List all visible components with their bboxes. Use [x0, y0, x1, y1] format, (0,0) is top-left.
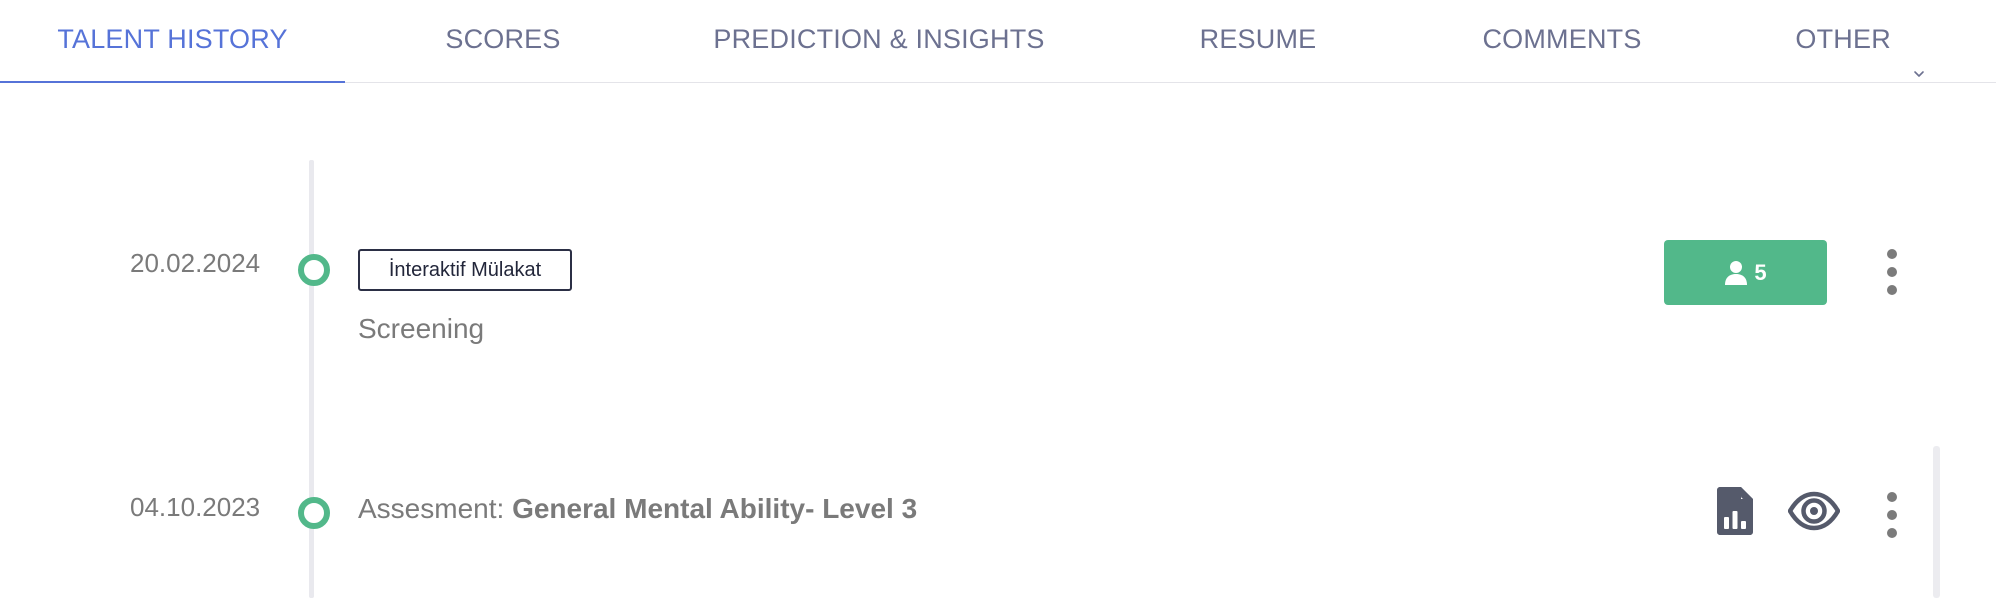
scrollbar[interactable]	[1933, 446, 1940, 598]
history-stage: Screening	[358, 313, 485, 344]
chevron-down-icon	[1913, 32, 1925, 77]
assessment-name: General Mental Ability- Level 3	[512, 493, 918, 524]
more-vertical-icon[interactable]	[1882, 248, 1902, 296]
history-date: 04.10.2023	[130, 492, 261, 522]
participants-count: 5	[1754, 259, 1767, 285]
more-vertical-icon[interactable]	[1882, 491, 1902, 539]
interview-type-badge: İnteraktif Mülakat	[358, 249, 572, 291]
tab-scores[interactable]: SCORES	[345, 0, 661, 83]
tab-comments[interactable]: COMMENTS	[1419, 0, 1705, 83]
assessment-prefix: Assesment:	[358, 493, 513, 524]
participants-button[interactable]: 5	[1664, 240, 1827, 305]
tab-label: PREDICTION & INSIGHTS	[713, 24, 1045, 54]
active-tab-indicator	[0, 81, 345, 83]
tab-label: RESUME	[1199, 24, 1317, 54]
eye-icon[interactable]	[1787, 490, 1841, 537]
tab-prediction-insights[interactable]: PREDICTION & INSIGHTS	[661, 0, 1097, 83]
tab-label: SCORES	[445, 24, 561, 54]
assessment-title: Assesment: General Mental Ability- Level…	[358, 493, 917, 525]
tab-label: COMMENTS	[1482, 24, 1642, 54]
timeline-dot	[298, 254, 330, 286]
file-chart-icon[interactable]	[1717, 487, 1753, 540]
tab-label: TALENT HISTORY	[57, 24, 288, 54]
timeline-line	[309, 160, 314, 598]
tab-talent-history[interactable]: TALENT HISTORY	[0, 0, 345, 83]
tab-bar: TALENT HISTORY SCORES PREDICTION & INSIG…	[0, 0, 1996, 83]
tab-label: OTHER	[1795, 24, 1891, 54]
history-date: 20.02.2024	[130, 248, 261, 278]
timeline-dot	[298, 497, 330, 529]
tab-other[interactable]: OTHER	[1760, 0, 1960, 83]
tab-resume[interactable]: RESUME	[1097, 0, 1419, 83]
user-icon	[1725, 260, 1748, 285]
